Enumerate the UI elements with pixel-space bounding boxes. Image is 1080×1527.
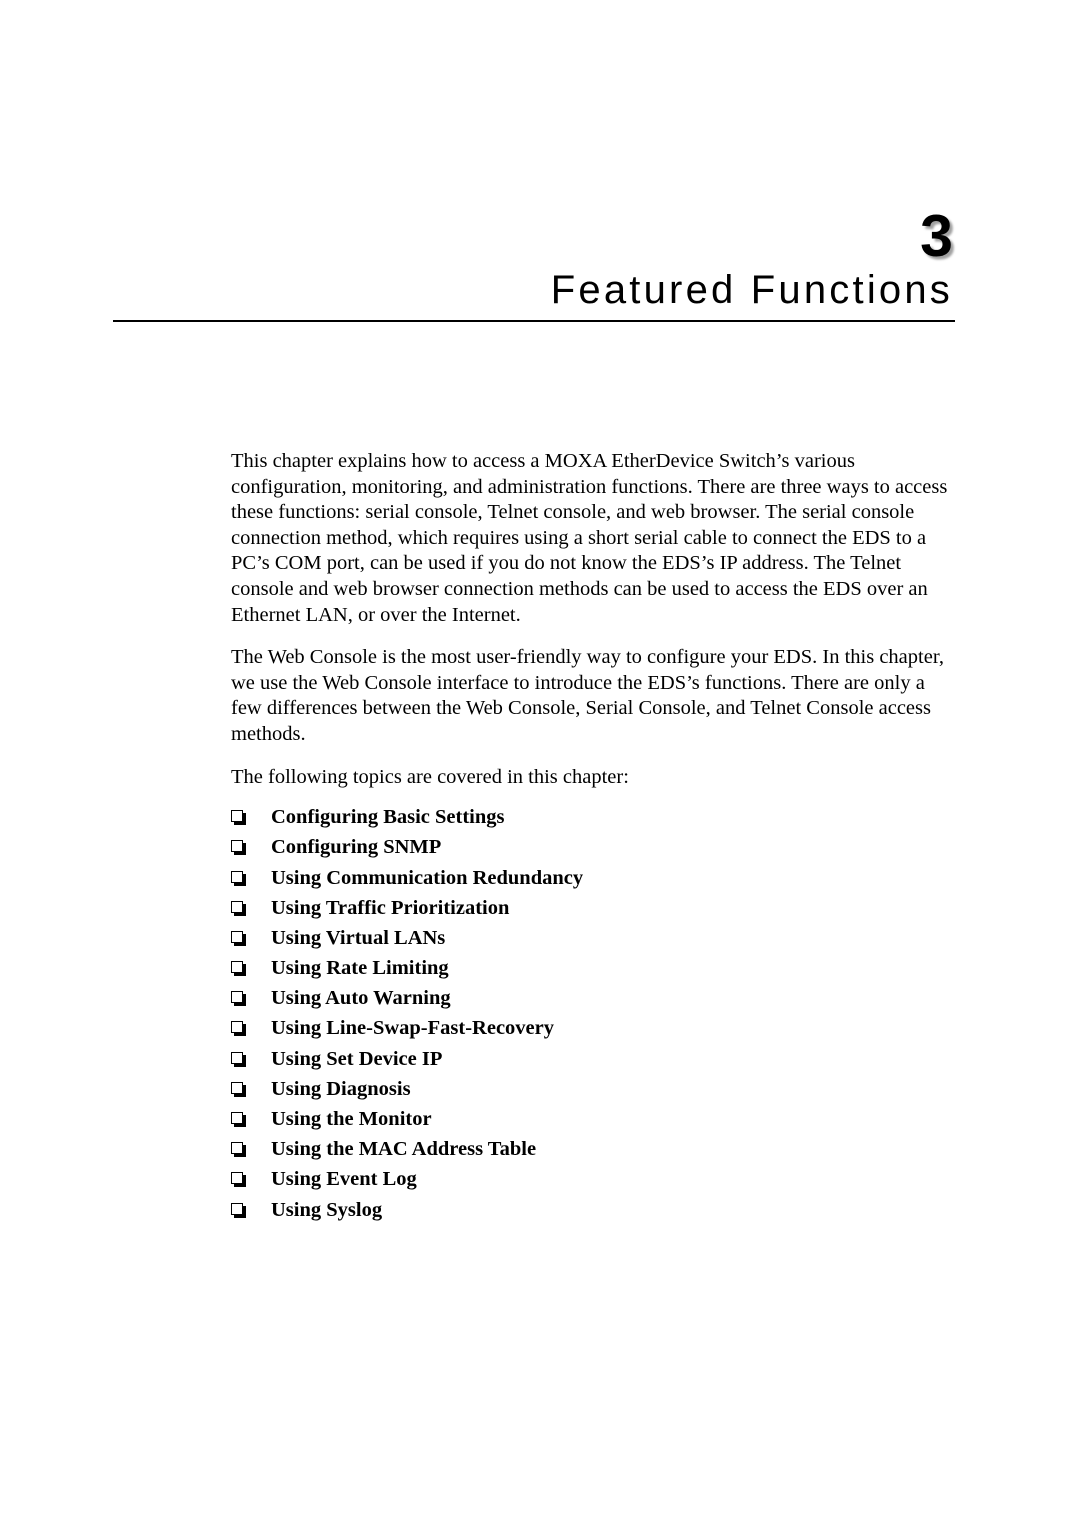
checkbox-square-bullet-icon <box>231 810 246 826</box>
topic-label: Using Traffic Prioritization <box>271 896 510 919</box>
topic-label: Using Rate Limiting <box>271 957 449 980</box>
topic-label: Using Set Device IP <box>271 1047 443 1070</box>
document-page: 3 Featured Functions This chapter explai… <box>0 0 1080 1527</box>
checkbox-square-bullet-icon <box>231 991 246 1007</box>
topic-list-item[interactable]: Using Diagnosis <box>231 1074 957 1104</box>
checkbox-square-bullet-icon <box>231 1142 246 1158</box>
checkbox-square-bullet-icon <box>231 1202 246 1218</box>
chapter-header: 3 Featured Functions <box>113 205 955 330</box>
checkbox-square-bullet-icon <box>231 930 246 946</box>
checkbox-square-bullet-icon <box>231 840 246 856</box>
chapter-topic-list: Configuring Basic Settings Configuring SN… <box>231 802 957 1225</box>
checkbox-square-bullet-icon <box>231 1021 246 1037</box>
topic-label: Using Diagnosis <box>271 1077 411 1100</box>
topic-label: Configuring SNMP <box>271 836 442 859</box>
topic-label: Using Virtual LANs <box>271 926 446 949</box>
topic-list-item[interactable]: Using Event Log <box>231 1164 957 1194</box>
topic-label: Using Syslog <box>271 1198 383 1221</box>
topic-label: Configuring Basic Settings <box>271 806 505 829</box>
checkbox-square-bullet-icon <box>231 1172 246 1188</box>
topic-label: Using Communication Redundancy <box>271 866 584 889</box>
topic-label: Using the Monitor <box>271 1108 432 1130</box>
checkbox-square-bullet-icon <box>231 870 246 886</box>
checkbox-square-bullet-icon <box>231 1051 246 1067</box>
topic-list-item[interactable]: Using Communication Redundancy <box>231 863 957 893</box>
topic-list-item[interactable]: Using Auto Warning <box>231 983 957 1013</box>
topic-list-item[interactable]: Configuring SNMP <box>231 832 957 862</box>
checkbox-square-bullet-icon <box>231 1112 246 1127</box>
topic-label: Using Auto Warning <box>271 987 451 1010</box>
topic-list-item[interactable]: Using Rate Limiting <box>231 953 957 983</box>
topic-label: Using Event Log <box>271 1168 417 1191</box>
topic-list-item[interactable]: Using Traffic Prioritization <box>231 893 957 923</box>
checkbox-square-bullet-icon <box>231 900 246 916</box>
topic-list-item[interactable]: Using Syslog <box>231 1195 957 1225</box>
topic-label: Using Line-Swap-Fast-Recovery <box>271 1017 554 1040</box>
topic-label: Using the MAC Address Table <box>271 1138 537 1161</box>
chapter-title: Featured Functions <box>550 268 953 312</box>
topic-list-item[interactable]: Using Line-Swap-Fast-Recovery <box>231 1013 957 1043</box>
intro-paragraph-1: This chapter explains how to access a MO… <box>231 450 948 626</box>
topic-list-item[interactable]: Configuring Basic Settings <box>231 802 957 832</box>
topics-intro-line: The following topics are covered in this… <box>231 765 629 788</box>
topic-list-item[interactable]: Using Virtual LANs <box>231 923 957 953</box>
topic-list-item[interactable]: Using Set Device IP <box>231 1044 957 1074</box>
chapter-number: 3 <box>920 203 953 269</box>
checkbox-square-bullet-icon <box>231 961 246 977</box>
chapter-body: This chapter explains how to access a MO… <box>231 449 957 1225</box>
intro-paragraph-2: The Web Console is the most user-friendl… <box>231 646 944 745</box>
topic-list-item[interactable]: Using the Monitor <box>231 1104 957 1134</box>
header-divider-rule <box>113 320 955 322</box>
topic-list-item[interactable]: Using the MAC Address Table <box>231 1134 957 1164</box>
checkbox-square-bullet-icon <box>231 1081 246 1097</box>
